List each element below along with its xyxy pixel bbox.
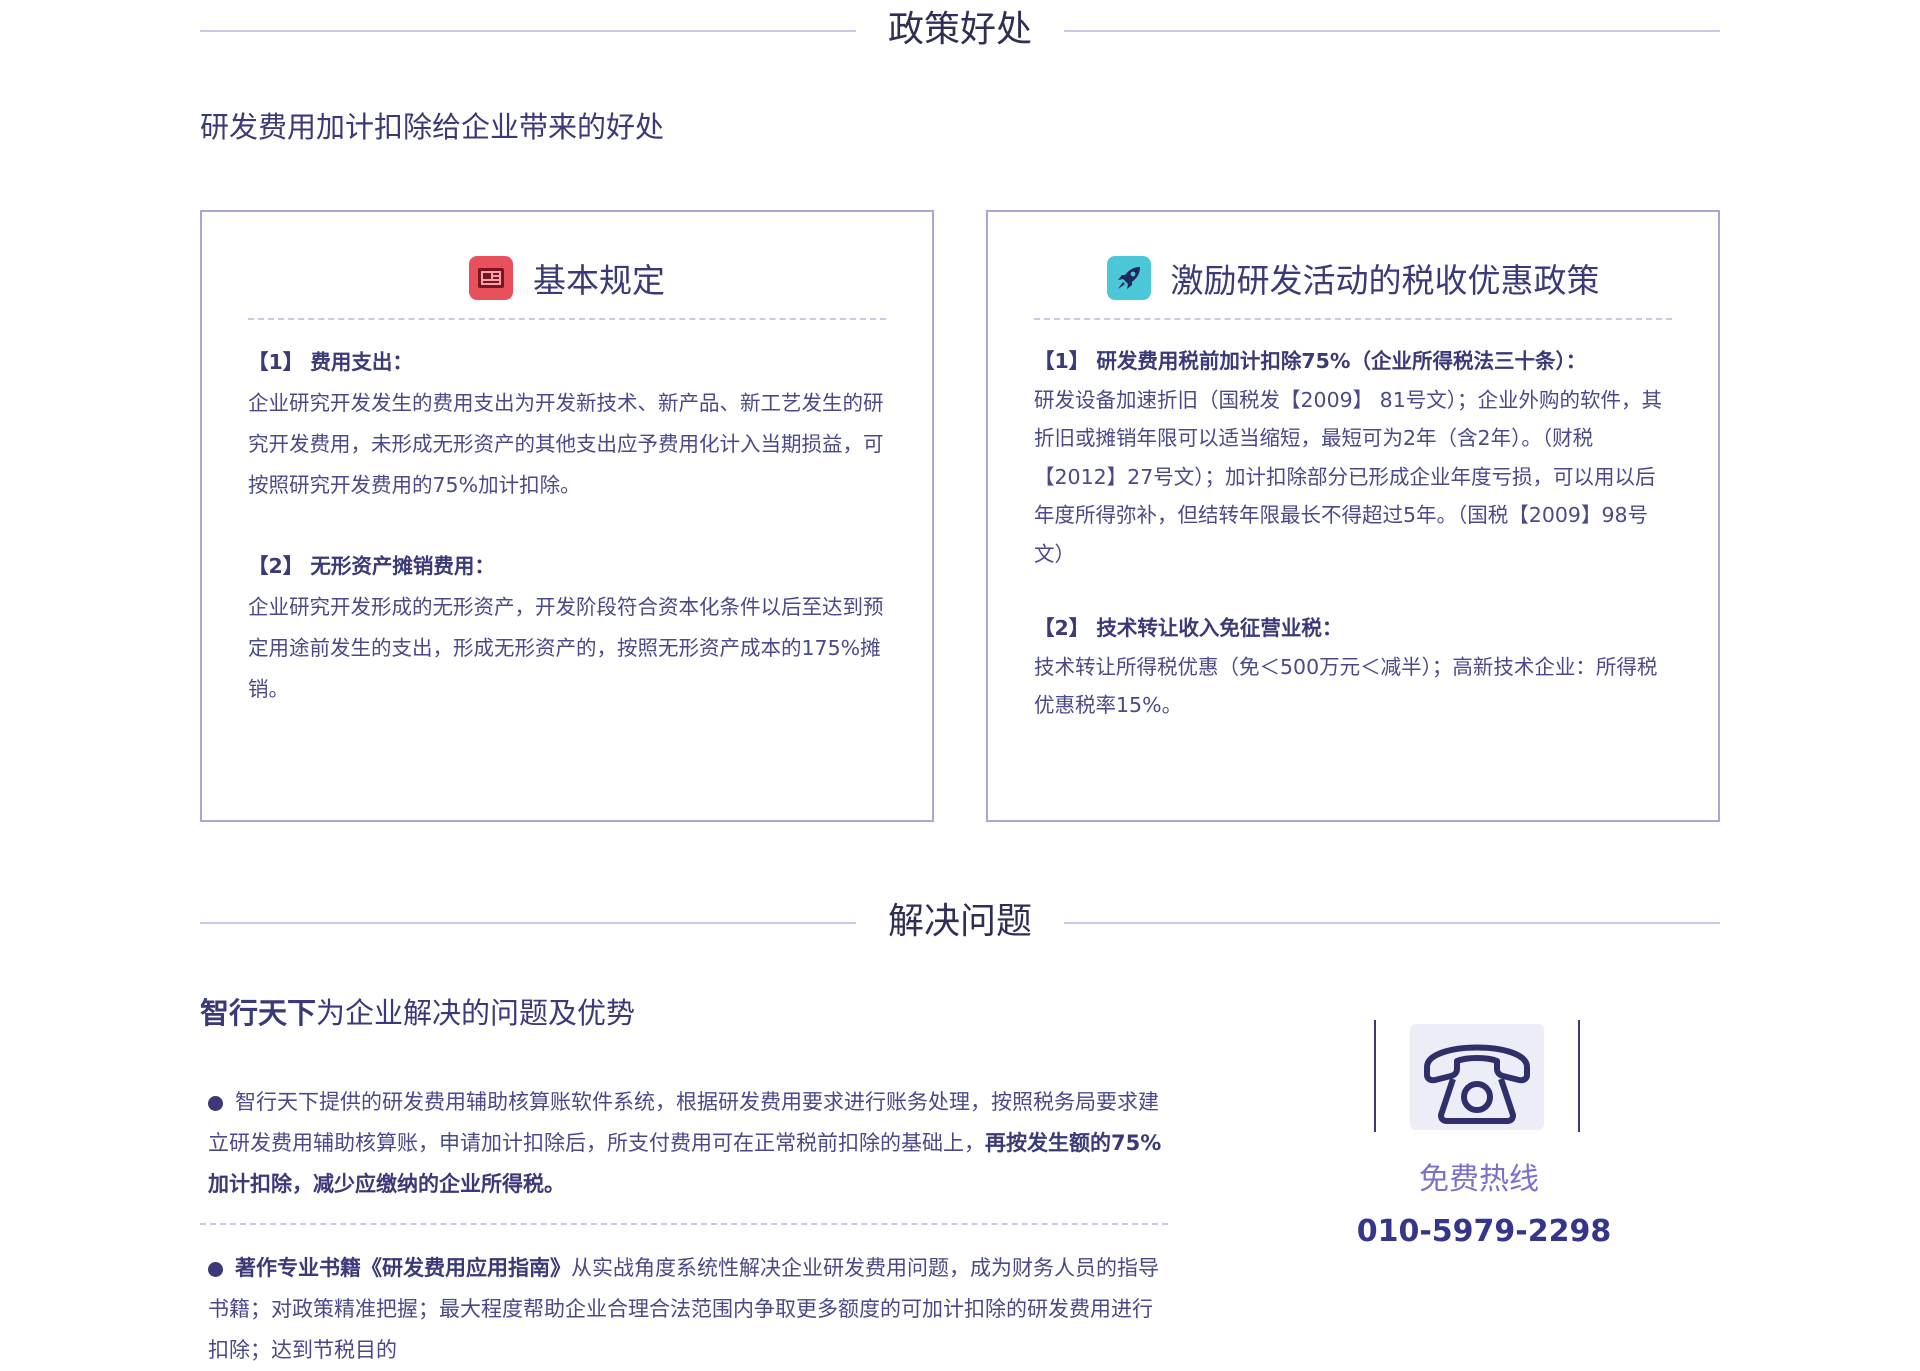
bullet-dot [208, 1095, 223, 1111]
card-divider [248, 318, 886, 320]
card-tax-incentives: 激励研发活动的税收优惠政策 【1】 研发费用税前加计扣除75%（企业所得税法三十… [986, 210, 1720, 822]
card-body: 【1】 费用支出： 企业研究开发发生的费用支出为开发新技术、新产品、新工艺发生的… [248, 342, 888, 710]
bullet-divider [200, 1223, 1168, 1225]
solution-section-header: 解决问题 [200, 892, 1720, 956]
rule-heading: 【1】 费用支出： [248, 350, 413, 374]
policy-text: 研发设备加速折旧（国税发【2009】 81号文）；企业外购的软件，其折旧或摊销年… [1034, 387, 1663, 566]
brand-name: 智行天下 [200, 996, 317, 1030]
hotline-number[interactable]: 010-5979-2298 [1354, 1214, 1614, 1249]
bullet-dot [208, 1261, 223, 1277]
card-title: 基本规定 [533, 261, 665, 300]
solution-title: 智行天下为企业解决的问题及优势 [200, 990, 635, 1032]
list-item: 著作专业书籍《研发费用应用指南》从实战角度系统性解决企业研发费用问题，成为财务人… [208, 1248, 1168, 1371]
telephone-icon[interactable] [1410, 1024, 1544, 1130]
newspaper-icon [469, 256, 513, 300]
policy-heading: 【2】 技术转让收入免征营业税： [1034, 616, 1343, 640]
policy-section-header: 政策好处 [200, 0, 1720, 64]
card-basic-rules: 基本规定 【1】 费用支出： 企业研究开发发生的费用支出为开发新技术、新产品、新… [200, 210, 934, 822]
card-header: 激励研发活动的税收优惠政策 [988, 248, 1718, 308]
rule-heading: 【2】 无形资产摊销费用： [248, 554, 495, 578]
header-line-right [1064, 30, 1720, 32]
solution-title-rest: 为企业解决的问题及优势 [316, 996, 636, 1030]
policy-text: 技术转让所得税优惠（免＜500万元＜减半）；高新技术企业：所得税优惠税率15%。 [1034, 654, 1658, 718]
card-header: 基本规定 [202, 248, 932, 308]
rule-text: 企业研究开发形成的无形资产，开发阶段符合资本化条件以后至达到预定用途前发生的支出… [248, 595, 884, 701]
card-body: 【1】 研发费用税前加计扣除75%（企业所得税法三十条）： 研发设备加速折旧（国… [1034, 342, 1674, 725]
list-item: 智行天下提供的研发费用辅助核算账软件系统，根据研发费用要求进行账务处理，按照税务… [208, 1082, 1168, 1205]
policy-heading: 【1】 研发费用税前加计扣除75%（企业所得税法三十条）： [1034, 349, 1587, 373]
hotline-label: 免费热线 [1419, 1162, 1539, 1197]
hotline-bar-left [1374, 1020, 1376, 1132]
card-title: 激励研发活动的税收优惠政策 [1170, 261, 1600, 300]
policy-subtitle: 研发费用加计扣除给企业带来的好处 [200, 110, 665, 144]
bullet-lead: 著作专业书籍《研发费用应用指南》 [235, 1256, 571, 1280]
rocket-icon [1106, 256, 1151, 300]
hotline-bar-right [1578, 1020, 1580, 1132]
rule-text: 企业研究开发发生的费用支出为开发新技术、新产品、新工艺发生的研究开发费用，未形成… [248, 391, 884, 497]
card-divider [1034, 318, 1672, 320]
header-line-right [1064, 922, 1720, 924]
